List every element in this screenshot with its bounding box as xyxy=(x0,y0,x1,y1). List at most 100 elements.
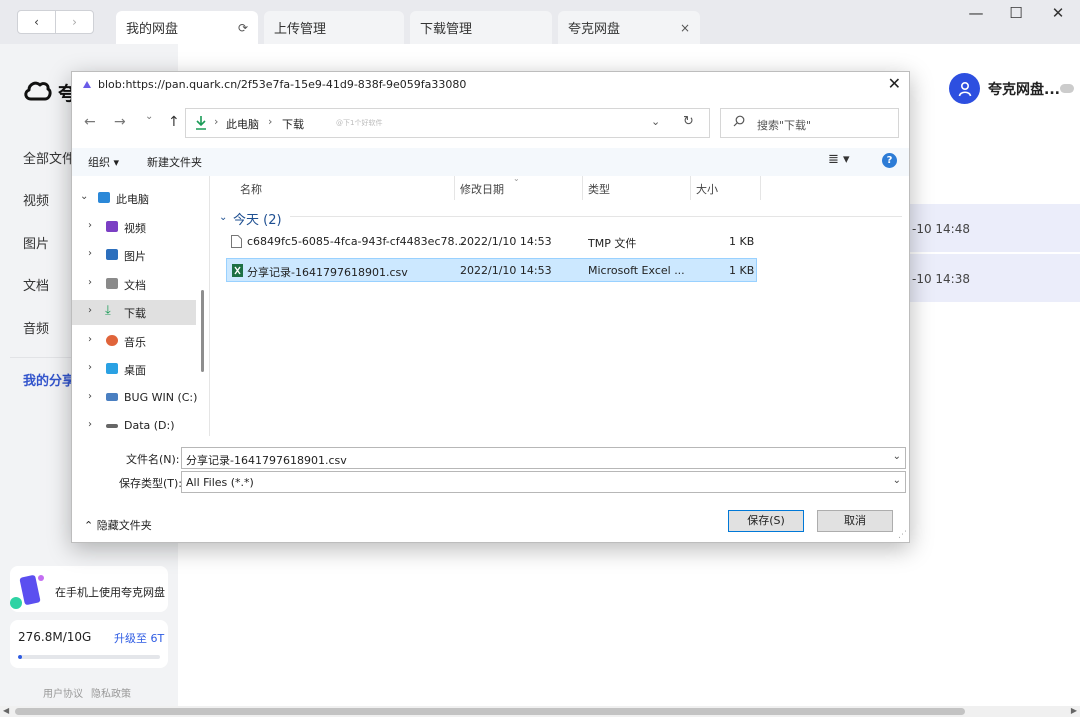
search-icon xyxy=(733,115,745,127)
column-header-date[interactable]: 修改日期 xyxy=(460,181,504,197)
filetype-value: All Files (*.*) xyxy=(186,476,254,489)
chevron-down-icon[interactable]: ⌄ xyxy=(80,191,88,202)
breadcrumb-this-pc[interactable]: 此电脑 xyxy=(226,116,259,132)
refresh-icon[interactable]: ↻ xyxy=(683,114,694,129)
nav-documents[interactable]: 文档 xyxy=(23,275,49,294)
dialog-close-button[interactable]: ✕ xyxy=(888,74,901,93)
breadcrumb-downloads[interactable]: 下载 xyxy=(282,116,304,132)
user-agreement-link[interactable]: 用户协议 xyxy=(43,689,83,700)
nav-audio[interactable]: 音频 xyxy=(23,318,49,337)
tree-item-videos[interactable]: › 视频 xyxy=(72,215,196,240)
file-type: TMP 文件 xyxy=(588,237,637,250)
tree-scrollbar[interactable] xyxy=(201,290,204,372)
organize-menu-button[interactable]: 组织 ▾ xyxy=(88,154,119,170)
up-arrow-icon[interactable]: ↑ xyxy=(168,114,180,130)
nav-images[interactable]: 图片 xyxy=(23,233,49,252)
scrollbar-thumb[interactable] xyxy=(15,708,965,715)
chevron-right-icon[interactable]: › xyxy=(88,248,92,259)
chevron-down-icon[interactable]: ⌄ xyxy=(651,115,660,128)
group-collapse-icon[interactable]: ⌄ xyxy=(219,212,227,223)
tab-label: 夸克网盘 xyxy=(568,22,621,37)
group-header-today[interactable]: 今天 (2) xyxy=(233,209,282,228)
column-header-type[interactable]: 类型 xyxy=(588,181,610,197)
tab-upload-manager[interactable]: 上传管理 xyxy=(264,11,404,44)
chevron-right-icon[interactable]: › xyxy=(88,391,92,402)
file-date: 2022/1/10 14:53 xyxy=(460,235,552,248)
maximize-button[interactable]: ☐ xyxy=(1001,4,1031,22)
desktop-icon xyxy=(106,363,118,374)
nav-my-shares[interactable]: 我的分享 xyxy=(23,370,75,389)
storage-progress-bar xyxy=(18,655,160,659)
file-row[interactable]: 分享记录-1641797618901.csv 2022/1/10 14:53 M… xyxy=(226,258,757,282)
file-size: 1 KB xyxy=(729,235,755,248)
tree-item-drive-c[interactable]: › BUG WIN (C:) xyxy=(72,386,197,411)
excel-file-icon xyxy=(232,264,243,277)
file-type: Microsoft Excel ... xyxy=(588,264,685,277)
column-divider[interactable] xyxy=(454,176,455,200)
user-avatar[interactable] xyxy=(949,73,980,104)
nav-all-files[interactable]: 全部文件 xyxy=(23,148,75,167)
chevron-right-icon[interactable]: › xyxy=(88,334,92,345)
filename-field[interactable]: 分享记录-1641797618901.csv ⌄ xyxy=(181,447,906,469)
tree-item-music[interactable]: › 音乐 xyxy=(72,329,196,354)
chevron-down-icon[interactable]: ⌄ xyxy=(893,475,901,486)
back-arrow-icon[interactable]: ← xyxy=(84,114,96,130)
window-close-button[interactable]: ✕ xyxy=(1043,4,1073,22)
column-divider[interactable] xyxy=(582,176,583,200)
reload-icon[interactable]: ⟳ xyxy=(238,21,248,35)
tree-item-label: 图片 xyxy=(124,250,146,263)
scroll-right-icon[interactable]: ▶ xyxy=(1071,706,1077,715)
view-options-icon[interactable]: ≣ ▾ xyxy=(828,152,850,167)
browser-forward-button[interactable]: › xyxy=(55,11,93,33)
tree-item-drive-d[interactable]: › Data (D:) xyxy=(72,414,196,439)
close-tab-icon[interactable]: × xyxy=(680,21,690,35)
mobile-app-promo[interactable]: 在手机上使用夸克网盘 xyxy=(10,566,168,612)
user-name[interactable]: 夸克网盘... xyxy=(988,79,1060,99)
chevron-down-icon[interactable]: ⌄ xyxy=(893,451,901,462)
chevron-right-icon[interactable]: › xyxy=(88,419,92,430)
save-button[interactable]: 保存(S) xyxy=(728,510,804,532)
horizontal-scrollbar[interactable]: ◀ ▶ xyxy=(0,706,1080,717)
tab-my-drive[interactable]: 我的网盘 ⟳ xyxy=(116,11,258,44)
tab-quark-drive[interactable]: 夸克网盘 × xyxy=(558,11,700,44)
windows-drive-icon xyxy=(106,393,118,401)
column-divider[interactable] xyxy=(760,176,761,200)
search-input[interactable]: 搜索"下载" xyxy=(720,108,899,138)
row-time: -10 14:38 xyxy=(912,272,970,286)
dialog-title-bar[interactable]: blob:https://pan.quark.cn/2f53e7fa-15e9-… xyxy=(72,72,909,100)
filename-label: 文件名(N): xyxy=(126,453,180,466)
nav-video[interactable]: 视频 xyxy=(23,190,49,209)
column-divider[interactable] xyxy=(690,176,691,200)
filetype-select[interactable]: All Files (*.*) ⌄ xyxy=(181,471,906,493)
resize-grip-icon[interactable]: ⋰ xyxy=(898,530,907,540)
recent-locations-icon[interactable]: ⌄ xyxy=(145,111,153,122)
filetype-label: 保存类型(T): xyxy=(119,477,183,490)
tab-download-manager[interactable]: 下载管理 xyxy=(410,11,552,44)
forward-arrow-icon[interactable]: → xyxy=(114,114,126,130)
footer-links: 用户协议 隐私政策 xyxy=(43,685,131,700)
column-header-name[interactable]: 名称 xyxy=(240,181,262,197)
cancel-button[interactable]: 取消 xyxy=(817,510,893,532)
tree-item-documents[interactable]: › 文档 xyxy=(72,272,196,297)
help-icon[interactable]: ? xyxy=(882,153,897,168)
new-folder-button[interactable]: 新建文件夹 xyxy=(147,154,202,170)
chevron-right-icon[interactable]: › xyxy=(88,362,92,373)
tree-item-pictures[interactable]: › 图片 xyxy=(72,243,196,268)
scroll-left-icon[interactable]: ◀ xyxy=(3,706,9,715)
chevron-right-icon[interactable]: › xyxy=(88,305,92,316)
tree-item-downloads[interactable]: › ⤓ 下载 xyxy=(72,300,196,325)
privacy-policy-link[interactable]: 隐私政策 xyxy=(91,689,131,700)
chevron-right-icon[interactable]: › xyxy=(88,277,92,288)
address-bar[interactable]: › 此电脑 › 下载 @下1个好软件 ⌄ ↻ xyxy=(185,108,710,138)
hide-folders-toggle[interactable]: ⌃ 隐藏文件夹 xyxy=(84,517,152,533)
tree-item-this-pc[interactable]: ⌄ 此电脑 xyxy=(72,186,196,211)
save-file-dialog: blob:https://pan.quark.cn/2f53e7fa-15e9-… xyxy=(71,71,910,543)
cloud-logo-icon xyxy=(24,81,52,101)
file-row[interactable]: c6849fc5-6085-4fca-943f-cf4483ec78... 20… xyxy=(226,230,757,254)
browser-back-button[interactable]: ‹ xyxy=(18,11,55,33)
minimize-button[interactable]: — xyxy=(961,4,991,22)
tree-item-desktop[interactable]: › 桌面 xyxy=(72,357,196,382)
upgrade-link[interactable]: 升级至 6T xyxy=(114,630,164,646)
column-header-size[interactable]: 大小 xyxy=(696,181,718,197)
chevron-right-icon[interactable]: › xyxy=(88,220,92,231)
